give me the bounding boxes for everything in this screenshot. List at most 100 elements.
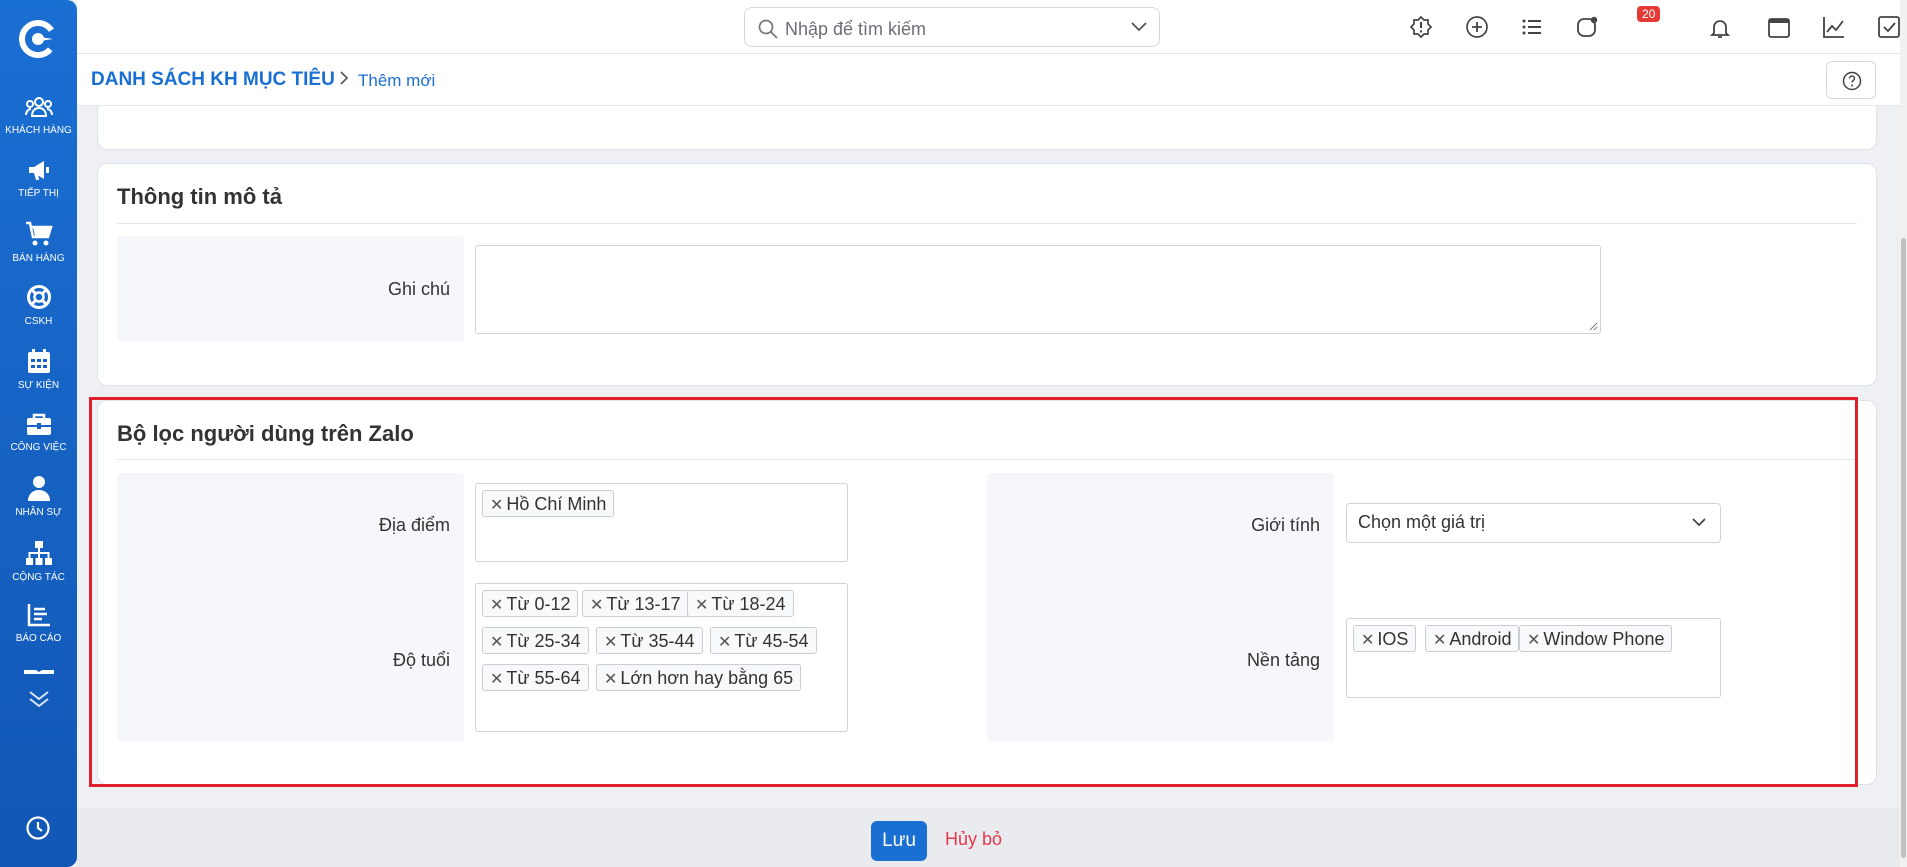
sidebar-item-label: CSKH <box>24 316 53 327</box>
scrollbar[interactable] <box>1900 0 1907 867</box>
platform-label: Nền tảng <box>1246 650 1320 670</box>
person-icon <box>27 476 50 501</box>
sidebar-item-events[interactable]: SỰ KIỆN <box>0 348 77 391</box>
gender-selected-value: Chọn một giá trị <box>1358 512 1486 532</box>
users-icon <box>24 97 53 117</box>
expand-more-icon[interactable] <box>28 690 50 708</box>
remove-tag-icon[interactable]: ✕ <box>490 634 503 651</box>
sidebar-item-label: KHÁCH HÀNG <box>5 125 72 136</box>
sidebar-item-label: BÁO CÁO <box>15 633 62 644</box>
sidebar-item-label: CỘNG TÁC <box>12 572 65 583</box>
location-tag[interactable]: ✕ Hồ Chí Minh <box>482 490 615 517</box>
top-bar: Nhập để tìm kiếm 20 <box>77 0 1900 54</box>
sidebar-item-label: BÁN HÀNG <box>12 253 65 264</box>
megaphone-icon <box>28 161 49 180</box>
sidebar: KHÁCH HÀNG TIẾP THỊ BÁN HÀNG CSKH SỰ KIỆ… <box>0 0 77 867</box>
label-cell: Ghi chú <box>117 236 464 342</box>
age-tag[interactable]: ✕ Từ 55-64 <box>482 664 589 691</box>
sidebar-item-label: TIẾP THỊ <box>18 188 59 199</box>
lifebuoy-icon <box>26 285 51 309</box>
remove-tag-icon[interactable]: ✕ <box>1361 632 1374 649</box>
bell-icon[interactable] <box>1708 16 1732 40</box>
history-icon[interactable] <box>25 815 51 841</box>
help-icon <box>1842 71 1862 91</box>
chat-notification-icon[interactable] <box>1575 15 1599 39</box>
breadcrumb-current: Thêm mới <box>358 71 436 90</box>
section-title: Thông tin mô tả <box>117 184 282 209</box>
remove-tag-icon[interactable]: ✕ <box>604 671 617 688</box>
sitemap-icon <box>25 541 52 565</box>
age-tag[interactable]: ✕ Từ 0-12 <box>482 590 579 617</box>
save-button[interactable]: Lưu <box>871 821 927 861</box>
chart-line-icon[interactable] <box>1822 15 1846 39</box>
previous-section-card <box>97 106 1877 150</box>
report-icon <box>27 604 50 627</box>
age-tag[interactable]: ✕ Từ 45-54 <box>710 627 817 654</box>
platform-multiselect[interactable]: ✕ IOS ✕ Android ✕ Window Phone <box>1346 618 1721 698</box>
age-tag[interactable]: ✕ Từ 18-24 <box>687 590 794 617</box>
scrollbar-thumb[interactable] <box>1901 238 1906 858</box>
sidebar-item-staff[interactable]: NHÂN SỰ <box>0 475 77 518</box>
checkbox-icon[interactable] <box>1877 15 1901 39</box>
calendar-outline-icon[interactable] <box>1767 15 1791 39</box>
remove-tag-icon[interactable]: ✕ <box>590 597 603 614</box>
briefcase-icon <box>26 413 51 435</box>
search-box[interactable]: Nhập để tìm kiếm <box>744 7 1160 47</box>
cart-icon <box>25 221 53 246</box>
age-tag[interactable]: ✕ Từ 25-34 <box>482 627 589 654</box>
resize-handle-icon[interactable] <box>1589 322 1598 331</box>
breadcrumb: DANH SÁCH KH MỤC TIÊU Thêm mới <box>77 54 1900 106</box>
sidebar-item-tasks[interactable]: CÔNG VIỆC <box>0 412 77 453</box>
chevron-down-icon[interactable] <box>1131 22 1147 32</box>
age-tag[interactable]: ✕ Lớn hơn hay bằng 65 <box>596 664 802 691</box>
gender-select[interactable]: Chọn một giá trị <box>1346 503 1721 543</box>
remove-tag-icon[interactable]: ✕ <box>490 497 503 514</box>
notification-badge: 20 <box>1637 6 1661 22</box>
platform-tag[interactable]: ✕ Window Phone <box>1519 625 1673 652</box>
remove-tag-icon[interactable]: ✕ <box>490 597 503 614</box>
note-label: Ghi chú <box>387 279 450 299</box>
platform-tag[interactable]: ✕ IOS <box>1353 625 1417 652</box>
age-tag[interactable]: ✕ Từ 35-44 <box>596 627 703 654</box>
app-logo-icon[interactable] <box>19 20 57 58</box>
alert-circle-icon[interactable] <box>1409 15 1433 39</box>
remove-tag-icon[interactable]: ✕ <box>604 634 617 651</box>
sidebar-item-collaboration[interactable]: CỘNG TÁC <box>0 540 77 583</box>
age-multiselect[interactable]: ✕ Từ 0-12 ✕ Từ 13-17 ✕ Từ 18-24 ✕ Từ 25-34 ✕… <box>475 583 848 732</box>
help-button[interactable] <box>1826 61 1876 99</box>
remove-tag-icon[interactable]: ✕ <box>1527 632 1540 649</box>
label-cell: Địa điểm Độ tuổi <box>117 473 464 742</box>
section-title: Bộ lọc người dùng trên Zalo <box>117 421 414 446</box>
calendar-icon <box>27 349 50 373</box>
chevron-down-icon <box>1692 518 1706 527</box>
sidebar-item-cskh[interactable]: CSKH <box>0 284 77 327</box>
search-input[interactable]: Nhập để tìm kiếm <box>785 19 926 40</box>
remove-tag-icon[interactable]: ✕ <box>490 671 503 688</box>
age-tag[interactable]: ✕ Từ 13-17 <box>582 590 689 617</box>
sidebar-item-sales[interactable]: BÁN HÀNG <box>0 221 77 264</box>
zalo-filter-section: Bộ lọc người dùng trên Zalo Địa điểm Độ … <box>97 400 1877 785</box>
sidebar-item-marketing[interactable]: TIẾP THỊ <box>0 158 77 199</box>
note-textarea[interactable] <box>475 245 1601 334</box>
remove-tag-icon[interactable]: ✕ <box>1433 632 1446 649</box>
sidebar-item-reports[interactable]: BÁO CÁO <box>0 603 77 644</box>
chevron-right-icon <box>340 71 349 85</box>
sidebar-item-label: NHÂN SỰ <box>15 507 62 518</box>
breadcrumb-parent-link[interactable]: DANH SÁCH KH MỤC TIÊU <box>91 69 335 91</box>
divider <box>117 459 1857 460</box>
sidebar-item-customers[interactable]: KHÁCH HÀNG <box>0 95 77 136</box>
cancel-button[interactable]: Hủy bỏ <box>945 829 1002 850</box>
add-circle-icon[interactable] <box>1465 15 1489 39</box>
remove-tag-icon[interactable]: ✕ <box>695 597 708 614</box>
label-cell: Giới tính Nền tảng <box>987 473 1334 742</box>
sidebar-item-label: CÔNG VIỆC <box>10 442 67 453</box>
divider <box>117 223 1857 224</box>
description-section: Thông tin mô tả Ghi chú <box>97 163 1877 386</box>
platform-tag[interactable]: ✕ Android <box>1425 625 1520 652</box>
list-icon[interactable] <box>1520 15 1544 39</box>
form-footer: Lưu Hủy bỏ <box>77 808 1900 867</box>
remove-tag-icon[interactable]: ✕ <box>718 634 731 651</box>
age-label: Độ tuổi <box>392 650 450 670</box>
gender-label: Giới tính <box>1251 515 1320 535</box>
location-multiselect[interactable]: ✕ Hồ Chí Minh <box>475 483 848 562</box>
